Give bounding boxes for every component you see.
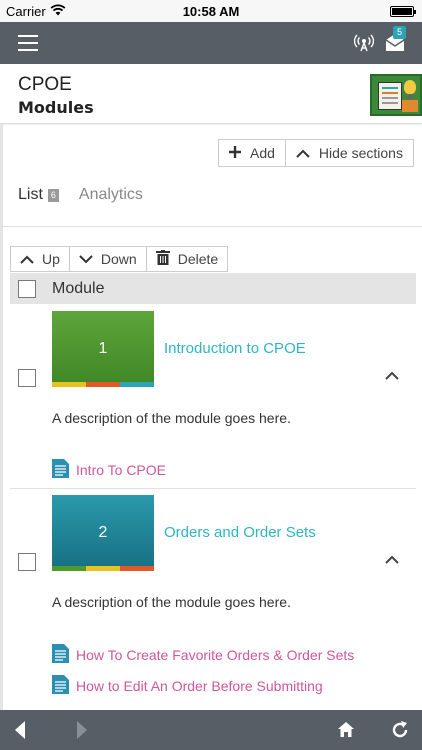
table-header: Module bbox=[10, 273, 416, 304]
module-item-link[interactable]: How to Edit An Order Before Submitting bbox=[52, 675, 323, 697]
forward-arrow-icon[interactable] bbox=[76, 720, 88, 745]
home-icon[interactable] bbox=[337, 721, 355, 743]
module-toolbar: Up Down Delete bbox=[10, 246, 229, 272]
course-title: CPOE bbox=[18, 74, 72, 95]
menu-icon[interactable] bbox=[18, 35, 38, 51]
view-tabs: List 6 Analytics bbox=[18, 186, 163, 218]
delete-button[interactable]: Delete bbox=[145, 247, 227, 271]
document-icon bbox=[52, 644, 69, 666]
broadcast-icon[interactable] bbox=[353, 33, 375, 53]
module-number: 2 bbox=[98, 524, 108, 541]
module-item-label: How to Edit An Order Before Submitting bbox=[76, 678, 323, 694]
module-checkbox[interactable] bbox=[18, 369, 36, 387]
chevron-down-icon bbox=[79, 251, 93, 267]
tab-list-count: 6 bbox=[47, 189, 59, 202]
module-title-link[interactable]: Orders and Order Sets bbox=[164, 524, 316, 541]
select-all-checkbox[interactable] bbox=[18, 280, 36, 298]
module-item-label: How To Create Favorite Orders & Order Se… bbox=[76, 647, 355, 663]
tab-list[interactable]: List 6 bbox=[18, 186, 59, 218]
tab-analytics-label: Analytics bbox=[78, 186, 143, 203]
module-description: A description of the module goes here. bbox=[52, 410, 291, 426]
add-label: Add bbox=[250, 145, 275, 161]
course-logo bbox=[370, 74, 422, 116]
collapse-chevron-icon[interactable] bbox=[384, 552, 404, 572]
down-label: Down bbox=[100, 251, 137, 267]
section-actions: Add Hide sections bbox=[218, 139, 414, 167]
document-icon bbox=[52, 459, 69, 481]
clock: 10:58 AM bbox=[182, 4, 240, 19]
tabs-divider bbox=[0, 226, 422, 227]
module-row: 2 Orders and Order Sets A description of… bbox=[10, 489, 416, 710]
chevron-up-icon bbox=[20, 251, 34, 267]
module-title-link[interactable]: Introduction to CPOE bbox=[164, 340, 306, 357]
module-description: A description of the module goes here. bbox=[52, 594, 291, 610]
delete-label: Delete bbox=[177, 251, 219, 267]
collapse-chevron-icon[interactable] bbox=[384, 368, 404, 388]
hide-sections-button[interactable]: Hide sections bbox=[284, 140, 413, 166]
content-edge-rule bbox=[0, 124, 3, 710]
back-arrow-icon[interactable] bbox=[14, 720, 26, 745]
trash-icon bbox=[155, 250, 170, 268]
module-item-label: Intro To CPOE bbox=[76, 462, 167, 478]
column-header-module: Module bbox=[52, 280, 105, 297]
module-thumbnail[interactable]: 1 bbox=[52, 311, 154, 387]
module-checkbox[interactable] bbox=[18, 553, 36, 571]
add-button[interactable]: Add bbox=[219, 140, 285, 166]
app-bar: 5 bbox=[0, 22, 422, 64]
status-bar: Carrier 10:58 AM bbox=[0, 0, 422, 22]
tab-list-label: List bbox=[18, 186, 43, 203]
module-number: 1 bbox=[98, 340, 108, 357]
battery-icon bbox=[390, 6, 416, 17]
module-item-link[interactable]: How To Create Favorite Orders & Order Se… bbox=[52, 644, 354, 666]
module-row: 1 Introduction to CPOE A description of … bbox=[10, 305, 416, 489]
tab-analytics[interactable]: Analytics bbox=[79, 186, 143, 218]
hide-sections-label: Hide sections bbox=[318, 145, 403, 161]
up-label: Up bbox=[42, 251, 60, 267]
page-header: CPOE Modules bbox=[0, 64, 422, 124]
refresh-icon[interactable] bbox=[390, 720, 410, 745]
down-button[interactable]: Down bbox=[68, 247, 146, 271]
document-icon bbox=[52, 675, 69, 697]
chevron-up-icon bbox=[296, 145, 310, 161]
page-title: Modules bbox=[18, 98, 94, 117]
module-item-link[interactable]: Intro To CPOE bbox=[52, 459, 166, 481]
bottom-nav-bar bbox=[0, 710, 422, 750]
up-button[interactable]: Up bbox=[11, 247, 69, 271]
inbox-count-badge: 5 bbox=[393, 26, 406, 39]
module-thumbnail[interactable]: 2 bbox=[52, 495, 154, 571]
plus-icon bbox=[229, 145, 241, 161]
